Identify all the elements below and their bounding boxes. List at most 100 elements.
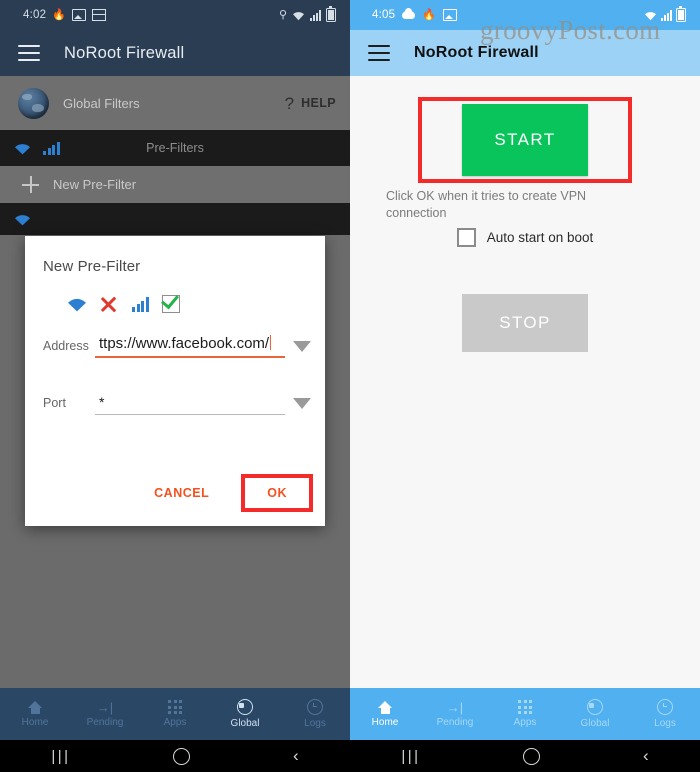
history-clock-icon bbox=[657, 699, 673, 715]
nav-item-logs[interactable]: Logs bbox=[630, 688, 700, 740]
left-phone-screen: 4:02 🔥 ⚲ NoRoot Firewall Global Filters … bbox=[0, 0, 350, 772]
back-button[interactable]: ‹ bbox=[293, 746, 299, 766]
arrow-to-line-icon: →| bbox=[446, 699, 464, 715]
cancel-button[interactable]: CANCEL bbox=[140, 476, 223, 510]
nav-item-home[interactable]: Home bbox=[0, 688, 70, 740]
prefilter-dark-strip bbox=[0, 203, 350, 235]
left-android-nav-bar: ||| ‹ bbox=[0, 740, 350, 772]
right-app-bar: NoRoot Firewall bbox=[350, 30, 700, 76]
address-field-row: Address ttps://www.facebook.com/ bbox=[43, 335, 311, 358]
left-status-bar-right: ⚲ bbox=[278, 6, 336, 22]
new-prefilter-row[interactable]: New Pre-Filter bbox=[0, 166, 350, 204]
signal-icon bbox=[310, 9, 321, 21]
nav-item-global[interactable]: Global bbox=[210, 688, 280, 740]
app-title: NoRoot Firewall bbox=[64, 43, 185, 62]
arrow-to-line-icon: →| bbox=[96, 699, 114, 715]
nav-item-pending[interactable]: →| Pending bbox=[420, 688, 490, 740]
address-label: Address bbox=[43, 338, 89, 353]
plus-icon bbox=[22, 176, 39, 193]
port-value: * bbox=[99, 393, 105, 410]
battery-icon bbox=[676, 6, 686, 22]
port-field-row: Port * bbox=[43, 394, 311, 415]
right-content: START Click OK when it tries to create V… bbox=[350, 76, 700, 688]
battery-icon bbox=[326, 6, 336, 22]
nav-label-logs: Logs bbox=[304, 718, 326, 729]
home-circle-icon[interactable] bbox=[523, 747, 541, 765]
left-status-bar: 4:02 🔥 ⚲ bbox=[0, 0, 350, 30]
autostart-checkbox[interactable] bbox=[456, 228, 476, 247]
ok-button[interactable]: OK bbox=[245, 478, 309, 508]
address-underline bbox=[95, 356, 285, 358]
help-button[interactable]: ? HELP bbox=[285, 95, 336, 112]
grid-icon bbox=[91, 9, 106, 21]
right-android-nav-bar: ||| ‹ bbox=[350, 740, 700, 772]
hamburger-menu-icon[interactable] bbox=[18, 45, 40, 61]
dialog-title: New Pre-Filter bbox=[43, 258, 141, 275]
wifi-icon bbox=[293, 11, 304, 20]
address-dropdown-icon[interactable] bbox=[293, 340, 311, 352]
picture-icon bbox=[442, 9, 457, 21]
status-time: 4:02 bbox=[23, 9, 47, 21]
nav-label-global: Global bbox=[230, 718, 260, 729]
apps-grid-icon bbox=[168, 700, 182, 714]
nav-label-global: Global bbox=[580, 718, 610, 729]
flame-icon: 🔥 bbox=[52, 8, 66, 21]
autostart-row[interactable]: Auto start on boot bbox=[350, 228, 700, 247]
nav-label-logs: Logs bbox=[654, 718, 676, 729]
nav-item-pending[interactable]: →| Pending bbox=[70, 688, 140, 740]
vpn-note: Click OK when it tries to create VPN con… bbox=[386, 189, 587, 220]
port-dropdown-icon[interactable] bbox=[293, 397, 311, 409]
wifi-icon bbox=[15, 214, 30, 225]
port-input[interactable]: * bbox=[95, 394, 285, 415]
prefilters-title: Pre-Filters bbox=[146, 141, 204, 155]
ok-button-highlight: OK bbox=[241, 474, 313, 512]
back-button[interactable]: ‹ bbox=[643, 746, 649, 766]
left-app-bar: NoRoot Firewall bbox=[0, 30, 350, 76]
new-prefilter-dialog: New Pre-Filter Address ttps://www.facebo… bbox=[25, 236, 325, 526]
red-x-icon[interactable] bbox=[100, 296, 117, 313]
port-underline bbox=[95, 413, 285, 415]
flame-icon: 🔥 bbox=[422, 8, 436, 21]
wifi-icon bbox=[645, 11, 656, 20]
nav-item-apps[interactable]: Apps bbox=[140, 688, 210, 740]
prefilters-header: Pre-Filters bbox=[0, 130, 350, 166]
globe-icon bbox=[237, 699, 253, 715]
global-filters-label: Global Filters bbox=[63, 95, 140, 111]
dialog-icon-row bbox=[67, 295, 325, 313]
global-filters-row[interactable]: Global Filters ? HELP bbox=[0, 76, 350, 131]
globe-icon bbox=[587, 699, 603, 715]
dialog-actions: CANCEL OK bbox=[140, 474, 313, 512]
new-prefilter-label: New Pre-Filter bbox=[53, 177, 137, 192]
start-button[interactable]: START bbox=[462, 104, 588, 176]
port-label: Port bbox=[43, 395, 66, 410]
nav-label-apps: Apps bbox=[513, 716, 537, 728]
signal-icon bbox=[661, 9, 672, 21]
nav-item-home[interactable]: Home bbox=[350, 688, 420, 740]
green-check-icon[interactable] bbox=[161, 295, 180, 313]
signal-bars-icon[interactable] bbox=[132, 296, 149, 312]
picture-icon bbox=[71, 9, 86, 21]
stop-button[interactable]: STOP bbox=[462, 294, 588, 352]
history-clock-icon bbox=[307, 699, 323, 715]
globe-icon bbox=[18, 87, 49, 119]
right-status-bar-right bbox=[644, 6, 686, 22]
address-value: ttps://www.facebook.com/ bbox=[95, 335, 285, 356]
home-circle-icon[interactable] bbox=[173, 747, 191, 765]
right-status-bar-left: 4:05 🔥 bbox=[372, 8, 457, 21]
nav-item-apps[interactable]: Apps bbox=[490, 688, 560, 740]
right-status-bar: 4:05 🔥 bbox=[350, 0, 700, 30]
nav-item-global[interactable]: Global bbox=[560, 688, 630, 740]
address-input[interactable]: ttps://www.facebook.com/ bbox=[95, 335, 285, 358]
autostart-label: Auto start on boot bbox=[486, 230, 594, 245]
hamburger-menu-icon[interactable] bbox=[368, 45, 390, 61]
key-icon: ⚲ bbox=[278, 8, 287, 21]
left-bottom-nav: Home →| Pending Apps Global Logs bbox=[0, 688, 350, 740]
recents-button[interactable]: ||| bbox=[51, 748, 70, 765]
nav-item-logs[interactable]: Logs bbox=[280, 688, 350, 740]
nav-label-apps: Apps bbox=[163, 716, 187, 728]
help-label: HELP bbox=[301, 96, 336, 110]
wifi-icon[interactable] bbox=[67, 297, 87, 312]
left-status-bar-left: 4:02 🔥 bbox=[23, 9, 106, 21]
recents-button[interactable]: ||| bbox=[401, 748, 420, 765]
cloud-icon bbox=[402, 8, 416, 19]
